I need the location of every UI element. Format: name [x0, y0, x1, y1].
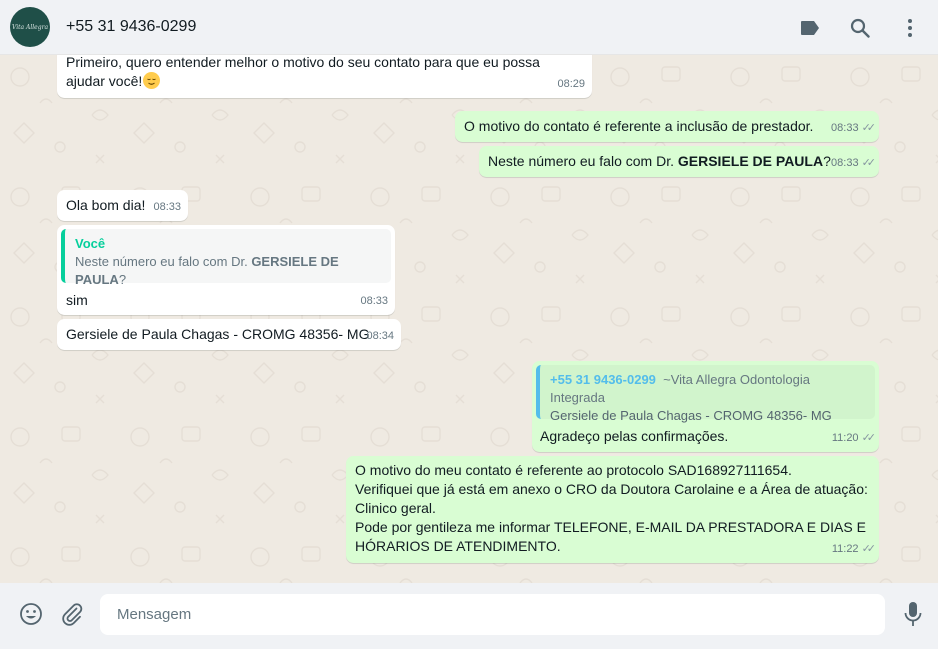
message-time: 08:33 ✓✓ [831, 154, 877, 173]
message-text-line: O motivo do meu contato é referente ao p… [355, 462, 792, 478]
message-outgoing[interactable]: Neste número eu falo com Dr. GERSIELE DE… [479, 146, 879, 177]
message-incoming[interactable]: Ola bom dia! 08:33 [57, 190, 188, 221]
read-receipt-icon: ✓✓ [861, 432, 877, 444]
search-icon[interactable] [846, 14, 874, 42]
header-actions [796, 14, 924, 42]
read-receipt-icon: ✓✓ [861, 157, 877, 169]
label-icon[interactable] [796, 14, 824, 42]
message-incoming-reply[interactable]: Você Neste número eu falo com Dr. GERSIE… [57, 225, 395, 315]
contact-name[interactable]: +55 31 9436-0299 [66, 18, 196, 36]
chat-header: Vita Allegra +55 31 9436-0299 [0, 0, 938, 55]
message-incoming[interactable]: Gersiele de Paula Chagas - CROMG 48356- … [57, 319, 401, 350]
message-text: O motivo do contato é referente a inclus… [464, 118, 814, 134]
message-text-line: Pode por gentileza me informar TELEFONE,… [355, 519, 866, 535]
message-time: 08:29 [557, 78, 585, 90]
message-outgoing-reply[interactable]: +55 31 9436-0299 ~Vita Allegra Odontolog… [532, 361, 879, 452]
microphone-icon[interactable] [899, 600, 927, 628]
quote-author: Você [75, 236, 106, 251]
message-composer [0, 583, 938, 649]
read-receipt-icon: ✓✓ [861, 543, 877, 555]
chat-area[interactable]: Primeiro, quero entender melhor o motivo… [0, 55, 938, 583]
message-time: 08:34 [366, 330, 394, 342]
message-text: Primeiro, quero entender melhor o motivo… [66, 55, 540, 70]
menu-icon[interactable] [896, 14, 924, 42]
message-outgoing[interactable]: O motivo do contato é referente a inclus… [455, 111, 879, 142]
message-incoming[interactable]: Primeiro, quero entender melhor o motivo… [57, 55, 592, 98]
quoted-message[interactable]: +55 31 9436-0299 ~Vita Allegra Odontolog… [536, 365, 875, 423]
message-input[interactable] [100, 594, 885, 635]
message-text-line: Verifiquei que já está em anexo o CRO da… [355, 481, 868, 497]
message-text-line: Clinico geral. [355, 500, 436, 516]
quote-text: Gersiele de Paula Chagas - CROMG 48356- … [550, 408, 832, 423]
quote-author-line: +55 31 9436-0299 ~Vita Allegra Odontolog… [550, 371, 865, 407]
message-time: 08:33 [360, 295, 388, 307]
emoji-icon[interactable] [17, 600, 45, 628]
message-text-line: HÓRARIOS DE ATENDIMENTO. [355, 538, 561, 554]
attach-icon[interactable] [58, 600, 86, 628]
message-text: Gersiele de Paula Chagas - CROMG 48356- … [66, 326, 370, 342]
message-outgoing[interactable]: O motivo do meu contato é referente ao p… [346, 456, 879, 563]
message-time: 08:33 [153, 201, 181, 213]
message-time: 11:20 ✓✓ [832, 429, 877, 448]
message-text: ajudar você! [66, 72, 583, 91]
message-text: Neste número eu falo com Dr. GERSIELE DE… [488, 153, 831, 169]
read-receipt-icon: ✓✓ [861, 122, 877, 134]
avatar[interactable]: Vita Allegra [10, 7, 50, 47]
relieved-face-emoji-icon [143, 72, 161, 89]
message-time: 08:33 ✓✓ [831, 119, 877, 138]
message-time: 11:22 ✓✓ [832, 540, 877, 559]
quote-author: +55 31 9436-0299 [550, 372, 656, 387]
quoted-message[interactable]: Você Neste número eu falo com Dr. GERSIE… [61, 229, 391, 287]
